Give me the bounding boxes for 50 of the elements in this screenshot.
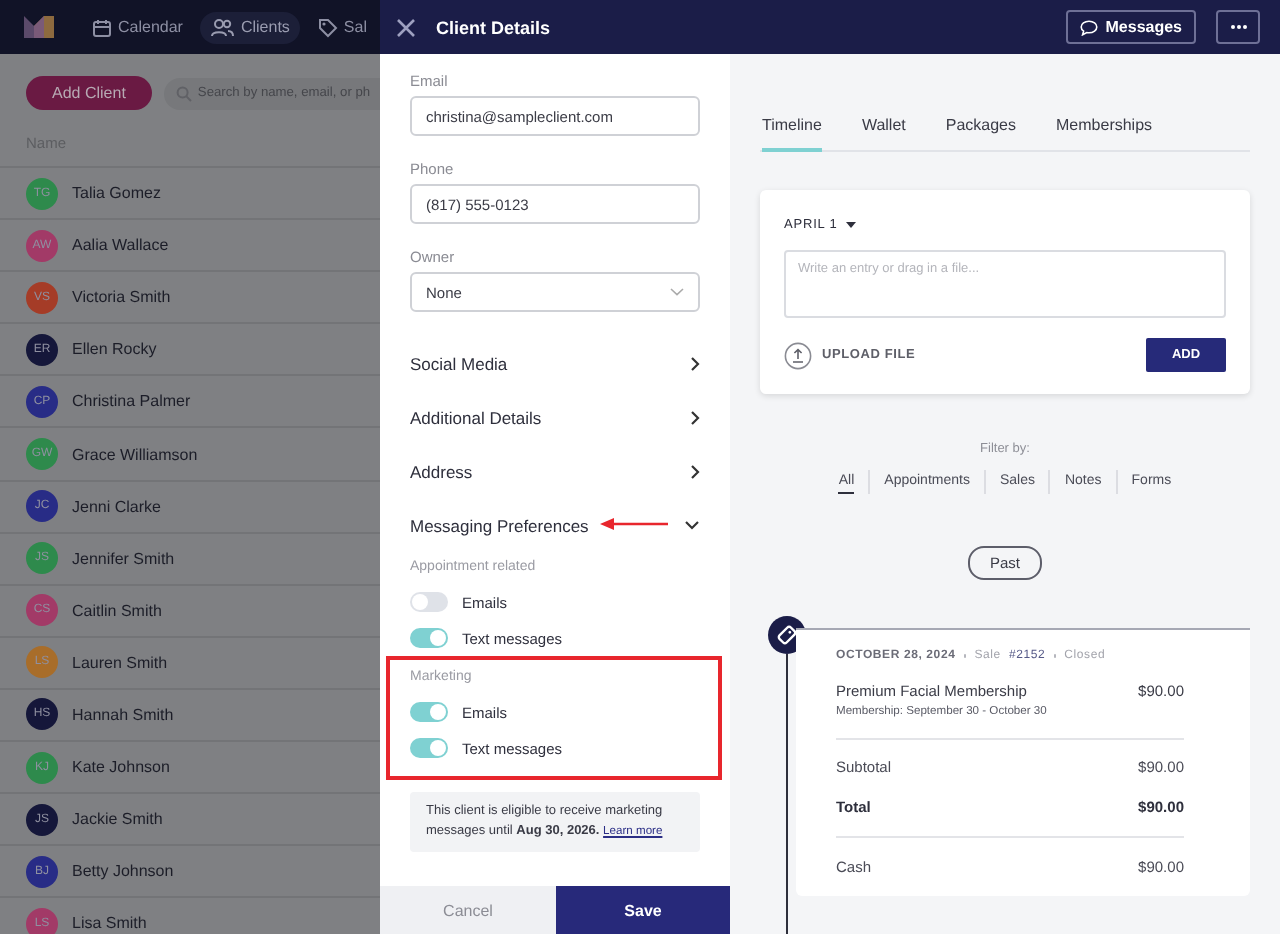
client-name[interactable]: Jackie Smith xyxy=(72,810,163,829)
section-header[interactable]: Messaging Preferences xyxy=(410,498,700,552)
chat-icon xyxy=(1079,19,1098,35)
add-client-button[interactable]: Add Client xyxy=(26,76,152,110)
client-name[interactable]: Lisa Smith xyxy=(72,914,147,933)
client-name[interactable]: Caitlin Smith xyxy=(72,601,162,620)
section-title: Address xyxy=(410,461,473,481)
client-name[interactable]: Jennifer Smith xyxy=(72,549,175,568)
people-icon xyxy=(210,17,235,37)
client-name[interactable]: Betty Johnson xyxy=(72,862,174,881)
tab[interactable]: Timeline xyxy=(762,110,822,152)
save-button[interactable]: Save xyxy=(556,886,730,934)
upload-icon xyxy=(784,341,812,369)
client-name[interactable]: Christina Palmer xyxy=(72,392,191,411)
dialog-title: Client Details xyxy=(436,17,553,37)
tab[interactable]: Memberships xyxy=(1056,110,1153,152)
client-name[interactable]: Kate Johnson xyxy=(72,758,170,777)
calendar-icon xyxy=(92,17,112,37)
section-title: Messaging Preferences xyxy=(410,515,589,535)
client-name[interactable]: Grace Williamson xyxy=(72,445,198,464)
toggle-switch[interactable] xyxy=(410,702,448,722)
nav-tab[interactable]: Clients xyxy=(200,11,300,43)
more-icon xyxy=(1229,24,1247,30)
search-icon xyxy=(175,85,192,101)
client-name[interactable]: Jenni Clarke xyxy=(72,497,161,516)
logo-icon[interactable] xyxy=(24,16,54,38)
section-header[interactable]: Address xyxy=(410,444,700,498)
nav-tab[interactable]: Sal xyxy=(307,11,377,43)
section-title: Social Media xyxy=(410,353,508,373)
client-name[interactable]: Victoria Smith xyxy=(72,288,171,307)
tab[interactable]: Packages xyxy=(945,110,1017,152)
toggle-switch[interactable] xyxy=(410,592,448,612)
section-header[interactable]: Social Media xyxy=(410,336,700,390)
messages-button[interactable]: Messages xyxy=(1065,10,1196,44)
client-name[interactable]: Aalia Wallace xyxy=(72,236,169,255)
tag-icon xyxy=(317,17,338,37)
toggle-switch[interactable] xyxy=(410,738,448,758)
caret-down-icon xyxy=(845,222,856,228)
client-name[interactable]: Talia Gomez xyxy=(72,184,161,203)
section-header[interactable]: Additional Details xyxy=(410,390,700,444)
nav-tab[interactable]: Calendar xyxy=(82,11,193,43)
client-name[interactable]: Ellen Rocky xyxy=(72,340,157,359)
tab[interactable]: Wallet xyxy=(861,110,906,152)
client-name[interactable]: Hannah Smith xyxy=(72,705,174,724)
section-title: Additional Details xyxy=(410,407,542,427)
toggle-switch[interactable] xyxy=(410,628,448,648)
chevron-down-icon xyxy=(670,288,684,296)
close-icon[interactable] xyxy=(396,17,416,37)
more-button[interactable] xyxy=(1216,10,1260,44)
client-name[interactable]: Lauren Smith xyxy=(72,653,168,672)
